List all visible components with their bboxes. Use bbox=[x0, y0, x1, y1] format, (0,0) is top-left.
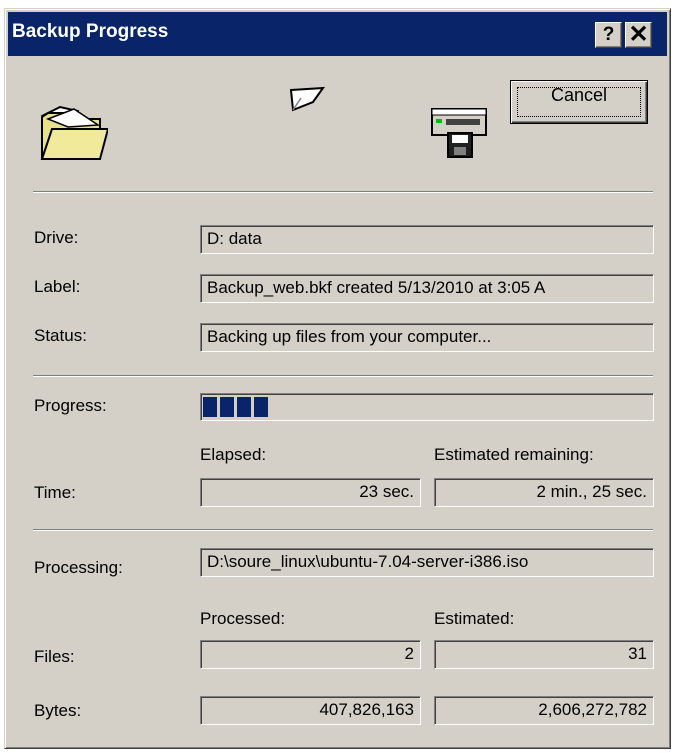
drive-field: D: data bbox=[200, 225, 654, 254]
cancel-button[interactable]: Cancel bbox=[510, 80, 648, 124]
label-label: Label: bbox=[34, 277, 81, 296]
bytes-label: Bytes: bbox=[34, 701, 82, 720]
remaining-header: Estimated remaining: bbox=[434, 445, 594, 464]
estimated-header: Estimated: bbox=[434, 609, 515, 628]
drive-label: Drive: bbox=[34, 228, 79, 247]
folder-icon bbox=[38, 101, 110, 163]
tape-drive-icon bbox=[428, 105, 490, 161]
files-estimated-field: 31 bbox=[434, 640, 654, 669]
title-bar[interactable]: Backup Progress ? ✕ bbox=[8, 12, 667, 56]
files-processed-field: 2 bbox=[200, 640, 421, 669]
remaining-field: 2 min., 25 sec. bbox=[434, 478, 654, 507]
progress-label: Progress: bbox=[34, 396, 107, 415]
close-button[interactable]: ✕ bbox=[625, 22, 652, 48]
time-label: Time: bbox=[34, 483, 76, 502]
status-field: Backing up files from your computer... bbox=[200, 323, 654, 352]
files-label: Files: bbox=[34, 647, 75, 666]
separator-bottom bbox=[33, 529, 653, 531]
progress-block bbox=[220, 397, 234, 417]
bytes-processed-field: 407,826,163 bbox=[200, 696, 421, 725]
status-label: Status: bbox=[34, 326, 87, 345]
elapsed-field: 23 sec. bbox=[200, 478, 421, 507]
backup-progress-dialog: Backup Progress ? ✕ Cancel Drive: D: dat… bbox=[4, 8, 671, 749]
window-title: Backup Progress bbox=[12, 21, 169, 42]
separator-middle bbox=[33, 375, 653, 377]
help-button[interactable]: ? bbox=[595, 22, 622, 48]
bytes-estimated-field: 2,606,272,782 bbox=[434, 696, 654, 725]
label-field: Backup_web.bkf created 5/13/2010 at 3:05… bbox=[200, 274, 654, 303]
progress-block bbox=[237, 397, 251, 417]
progress-block bbox=[203, 397, 217, 417]
progress-fill bbox=[203, 397, 268, 417]
progress-block bbox=[254, 397, 268, 417]
processed-header: Processed: bbox=[200, 609, 286, 628]
progress-bar bbox=[200, 393, 654, 421]
cancel-button-label: Cancel bbox=[550, 85, 608, 105]
separator-top bbox=[33, 191, 653, 193]
processing-label: Processing: bbox=[34, 558, 123, 577]
processing-field: D:\soure_linux\ubuntu-7.04-server-i386.i… bbox=[200, 548, 654, 577]
elapsed-header: Elapsed: bbox=[200, 445, 267, 464]
flying-page-icon bbox=[287, 84, 327, 116]
